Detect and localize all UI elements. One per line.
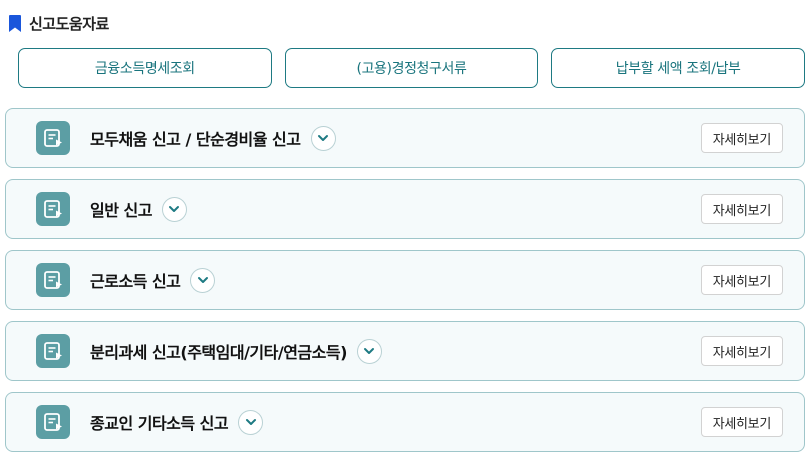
tax-payment-lookup-button[interactable]: 납부할 세액 조회/납부 <box>551 48 806 88</box>
details-button[interactable]: 자세히보기 <box>700 407 783 437</box>
details-button[interactable]: 자세히보기 <box>700 194 783 224</box>
details-button[interactable]: 자세히보기 <box>700 123 783 153</box>
chevron-down-icon[interactable] <box>356 338 382 364</box>
card-title: 일반 신고 <box>90 201 152 220</box>
filing-card: 일반 신고 자세히보기 <box>5 179 805 239</box>
details-button[interactable]: 자세히보기 <box>700 265 783 295</box>
card-title: 분리과세 신고(주택임대/기타/연금소득) <box>90 343 347 362</box>
filing-guide-list: 모두채움 신고 / 단순경비율 신고 자세히보기 일반 신고 자세히보기 근로소… <box>5 108 805 452</box>
details-button[interactable]: 자세히보기 <box>700 336 783 366</box>
filing-card: 분리과세 신고(주택임대/기타/연금소득) 자세히보기 <box>5 321 805 381</box>
document-icon <box>36 405 70 439</box>
document-icon <box>36 263 70 297</box>
document-icon <box>36 192 70 226</box>
financial-income-lookup-button[interactable]: 금융소득명세조회 <box>18 48 272 88</box>
page-title: 신고도움자료 <box>29 14 109 33</box>
filing-card: 모두채움 신고 / 단순경비율 신고 자세히보기 <box>5 108 805 168</box>
document-icon <box>36 121 70 155</box>
chevron-down-icon[interactable] <box>238 409 264 435</box>
quick-links: 금융소득명세조회 (고용)경정청구서류 납부할 세액 조회/납부 <box>18 48 806 88</box>
section-header: 신고도움자료 <box>9 12 109 34</box>
chevron-down-icon[interactable] <box>190 267 216 293</box>
document-icon <box>36 334 70 368</box>
card-title: 근로소득 신고 <box>90 272 181 291</box>
filing-card: 근로소득 신고 자세히보기 <box>5 250 805 310</box>
card-title: 종교인 기타소득 신고 <box>90 414 229 433</box>
filing-card: 종교인 기타소득 신고 자세히보기 <box>5 392 805 452</box>
chevron-down-icon[interactable] <box>310 125 336 151</box>
correction-claim-documents-button[interactable]: (고용)경정청구서류 <box>284 48 539 88</box>
bookmark-icon <box>9 14 21 32</box>
card-title: 모두채움 신고 / 단순경비율 신고 <box>90 130 301 149</box>
chevron-down-icon[interactable] <box>161 196 187 222</box>
